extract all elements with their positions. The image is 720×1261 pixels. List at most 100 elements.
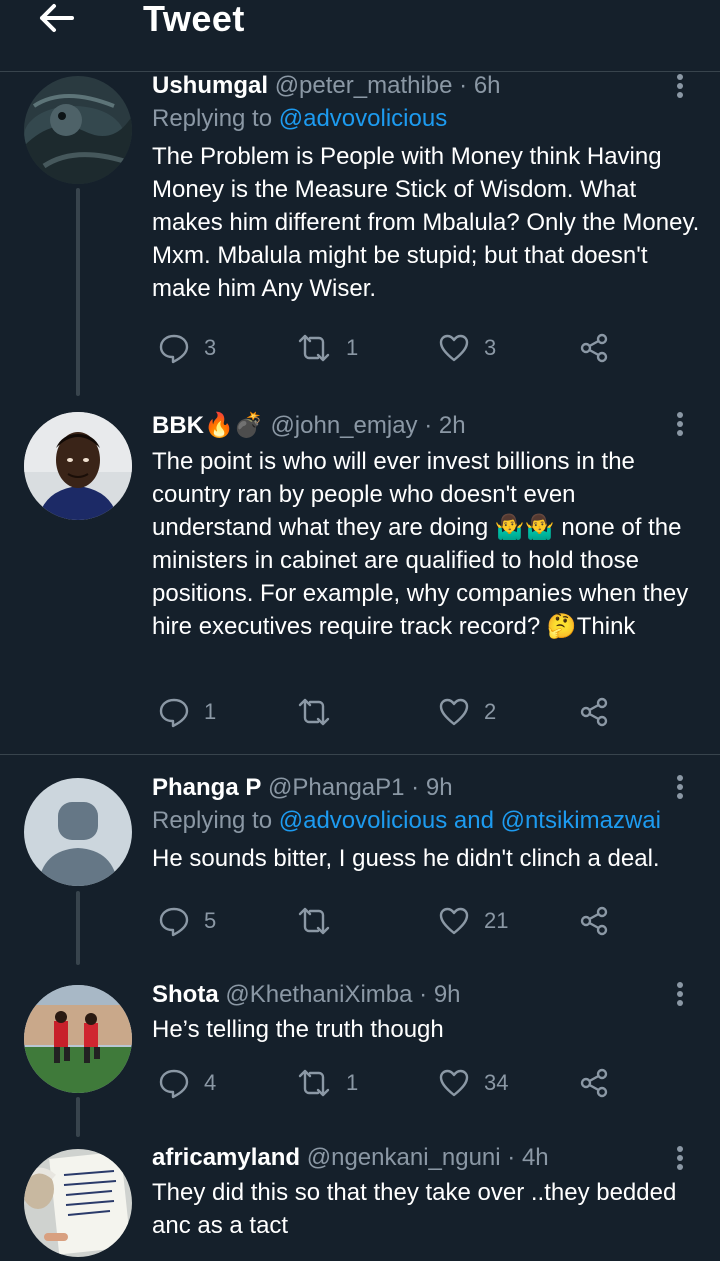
more-vertical-icon <box>677 412 683 436</box>
more-vertical-icon <box>677 982 683 1006</box>
author-name[interactable]: BBK <box>152 412 204 439</box>
page-title: Tweet <box>143 0 245 39</box>
replying-to: Replying to @advovolicious <box>152 104 702 134</box>
meta-separator: · <box>411 774 420 801</box>
more-vertical-icon <box>677 775 683 799</box>
like-count: 2 <box>484 699 497 724</box>
tweet[interactable]: Shota @KhethaniXimba · 9h He’s telling t… <box>0 965 720 1137</box>
shrug-emoji: 🤷‍♂️🤷‍♂️ <box>494 514 555 541</box>
author-handle[interactable]: @KhethaniXimba <box>225 981 412 1008</box>
share-icon <box>580 333 608 363</box>
author-name[interactable]: africamyland <box>152 1144 300 1171</box>
share-button[interactable] <box>578 901 610 941</box>
retweet-button[interactable] <box>296 901 346 941</box>
arrow-left-icon <box>40 4 74 32</box>
share-button[interactable] <box>578 692 610 732</box>
author-name[interactable]: Phanga P <box>152 774 261 801</box>
timestamp[interactable]: 2h <box>439 412 466 439</box>
more-button[interactable] <box>670 1144 690 1174</box>
avatar[interactable] <box>24 1149 132 1257</box>
more-button[interactable] <box>670 72 690 102</box>
retweet-button[interactable]: 1 <box>296 328 358 368</box>
retweet-button[interactable] <box>296 692 346 732</box>
avatar[interactable] <box>24 778 132 886</box>
like-count: 34 <box>484 1070 509 1095</box>
avatar[interactable] <box>24 76 132 184</box>
reply-button[interactable]: 3 <box>158 328 216 368</box>
tweet[interactable]: Phanga P @PhangaP1 · 9h Replying to @adv… <box>0 755 720 965</box>
tweet[interactable]: africamyland @ngenkani_nguni · 4h They d… <box>0 1137 720 1261</box>
more-button[interactable] <box>670 980 690 1010</box>
retweet-icon <box>298 334 330 362</box>
replying-to-and: and <box>447 807 501 834</box>
share-icon <box>580 1068 608 1098</box>
reply-button[interactable]: 5 <box>158 901 216 941</box>
timestamp[interactable]: 4h <box>522 1144 549 1171</box>
author-handle[interactable]: @peter_mathibe <box>275 72 453 99</box>
reply-count: 3 <box>204 335 217 360</box>
author-handle[interactable]: @john_emjay <box>270 412 417 439</box>
avatar[interactable] <box>24 985 132 1093</box>
timestamp[interactable]: 9h <box>434 981 461 1008</box>
name-emoji: 🔥💣 <box>204 412 264 439</box>
mention-link[interactable]: @advovolicious <box>279 807 447 834</box>
tweet-actions: 1 2 <box>152 692 672 732</box>
meta-separator: · <box>507 1144 516 1171</box>
tweet-text-part: Think <box>576 613 636 640</box>
tweet-actions: 5 21 <box>152 901 672 941</box>
tweet-text: The point is who will ever invest billio… <box>152 445 702 643</box>
mention-link[interactable]: @ntsikimazwai <box>501 807 661 834</box>
more-button[interactable] <box>670 410 690 440</box>
share-button[interactable] <box>578 1063 610 1103</box>
thread-line <box>76 1097 80 1137</box>
timestamp[interactable]: 9h <box>426 774 453 801</box>
meta-separator: · <box>459 72 468 99</box>
top-bar: Tweet <box>0 0 720 72</box>
retweet-icon <box>298 907 330 935</box>
author-name[interactable]: Shota <box>152 981 219 1008</box>
replying-to-label: Replying to <box>152 105 279 132</box>
meta-separator: · <box>419 981 428 1008</box>
tweet-text: He sounds bitter, I guess he didn't clin… <box>152 845 660 872</box>
avatar[interactable] <box>24 412 132 520</box>
replying-to: Replying to @advovolicious and @ntsikima… <box>152 806 702 836</box>
retweet-button[interactable]: 1 <box>296 1063 358 1103</box>
reply-icon <box>159 907 189 937</box>
share-button[interactable] <box>578 328 610 368</box>
share-icon <box>580 906 608 936</box>
tweet-actions: 4 1 34 <box>152 1063 672 1103</box>
replying-to-label: Replying to <box>152 807 279 834</box>
like-button[interactable]: 21 <box>438 901 508 941</box>
reply-icon <box>159 698 189 728</box>
reply-count: 4 <box>204 1070 217 1095</box>
thread-line <box>76 188 80 396</box>
mention-link[interactable]: @advovolicious <box>279 105 447 132</box>
reply-icon <box>159 1069 189 1099</box>
retweet-count: 1 <box>346 1070 359 1095</box>
reply-icon <box>159 334 189 364</box>
retweet-icon <box>298 698 330 726</box>
more-vertical-icon <box>677 1146 683 1170</box>
reply-count: 5 <box>204 908 217 933</box>
heart-icon <box>439 334 469 362</box>
retweet-count: 1 <box>346 335 359 360</box>
share-icon <box>580 697 608 727</box>
like-button[interactable]: 3 <box>438 328 496 368</box>
timestamp[interactable]: 6h <box>474 72 501 99</box>
more-button[interactable] <box>670 773 690 803</box>
like-button[interactable]: 34 <box>438 1063 508 1103</box>
reply-button[interactable]: 1 <box>158 692 216 732</box>
meta-separator: · <box>424 412 433 439</box>
heart-icon <box>439 1069 469 1097</box>
reply-count: 1 <box>204 699 217 724</box>
heart-icon <box>439 698 469 726</box>
reply-button[interactable]: 4 <box>158 1063 216 1103</box>
like-button[interactable]: 2 <box>438 692 496 732</box>
tweet[interactable]: Ushumgal @peter_mathibe · 6h Replying to… <box>0 72 720 396</box>
tweet[interactable]: BBK🔥💣 @john_emjay · 2h The point is who … <box>0 396 720 754</box>
back-button[interactable] <box>34 0 78 36</box>
author-handle[interactable]: @PhangaP1 <box>268 774 404 801</box>
author-handle[interactable]: @ngenkani_nguni <box>307 1144 501 1171</box>
retweet-icon <box>298 1069 330 1097</box>
author-name[interactable]: Ushumgal <box>152 72 268 99</box>
